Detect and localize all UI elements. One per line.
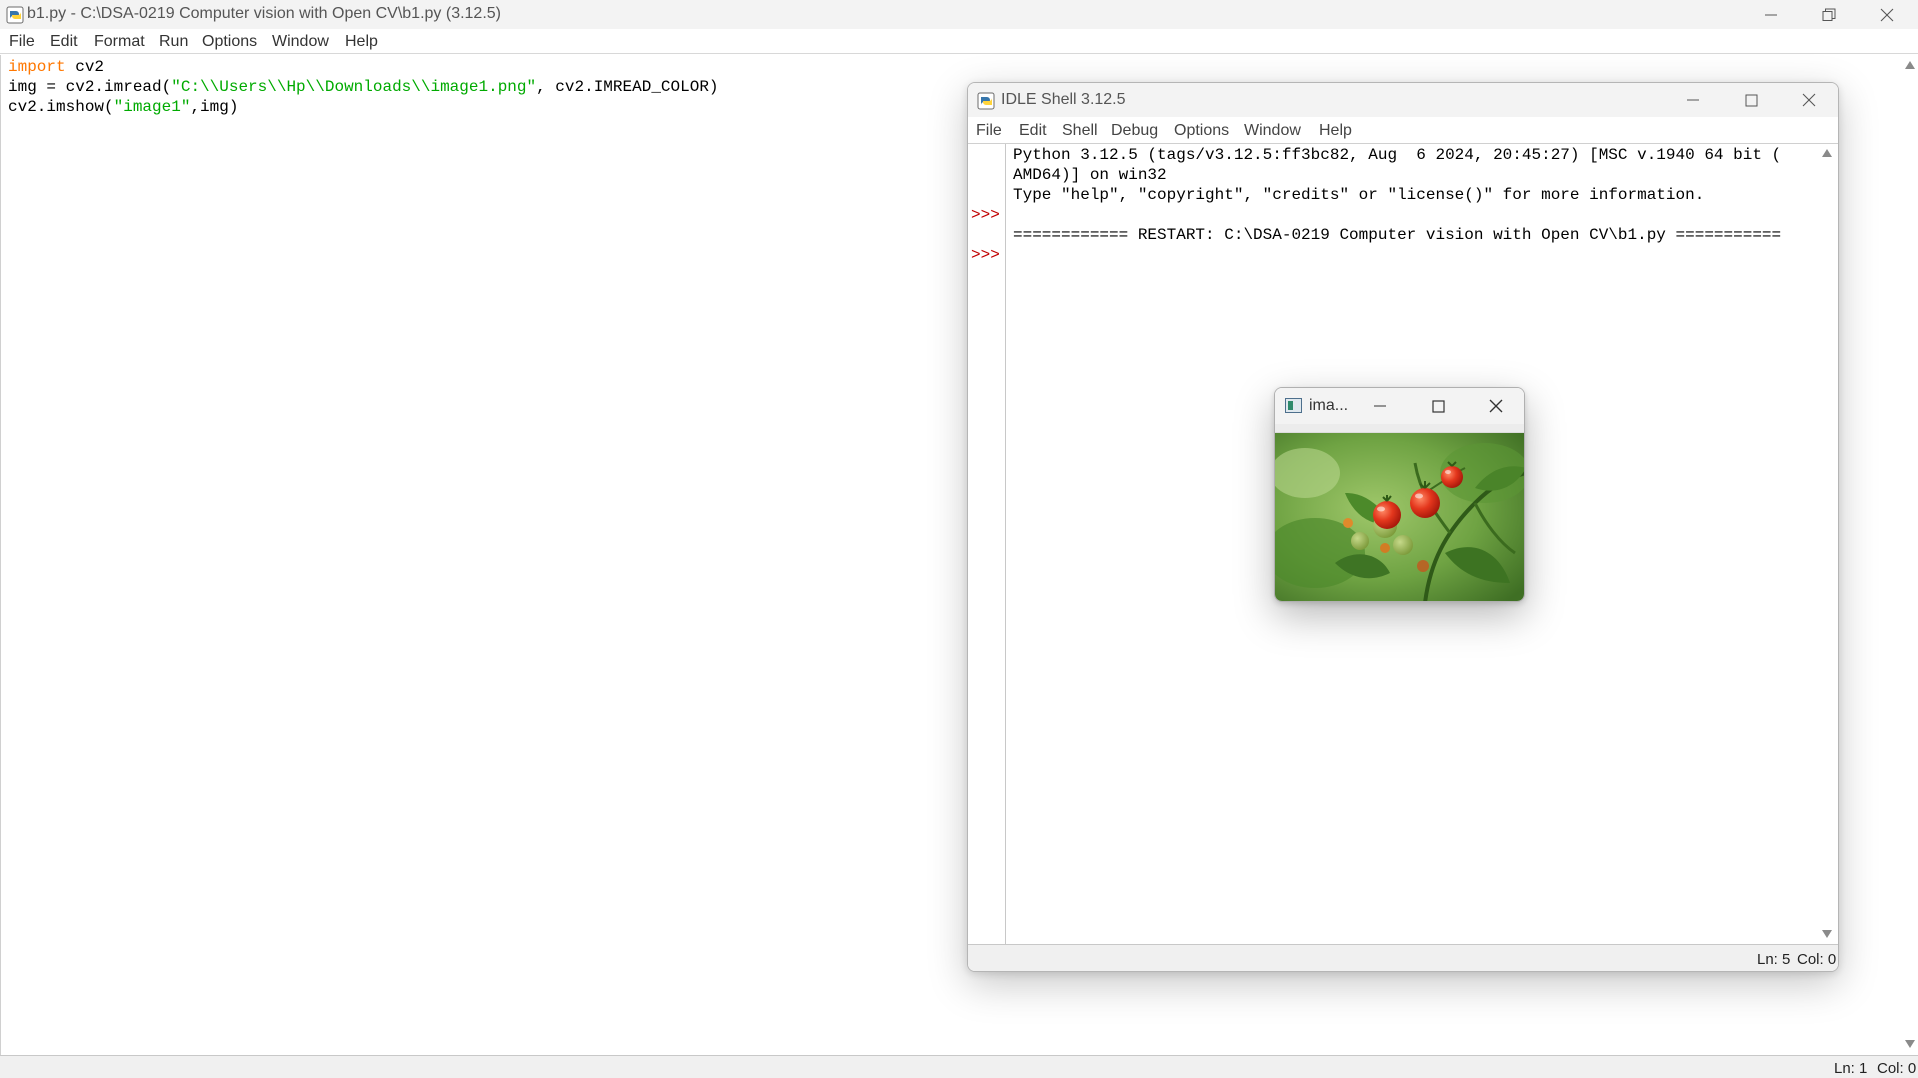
shell-prompt-gutter: >>> >>> [968, 144, 1006, 944]
shell-window-title: IDLE Shell 3.12.5 [1001, 91, 1126, 108]
shell-output-line: Python 3.12.5 (tags/v3.12.5:ff3bc82, Aug… [1013, 146, 1782, 164]
shell-output-line: AMD64)] on win32 [1013, 166, 1167, 184]
menu-run[interactable]: Run [159, 33, 188, 51]
keyword-import: import [8, 58, 66, 76]
shell-maximize-button[interactable] [1722, 83, 1780, 117]
shell-output-line: Type "help", "copyright", "credits" or "… [1013, 186, 1705, 204]
editor-titlebar[interactable]: b1.py - C:\DSA-0219 Computer vision with… [0, 0, 1918, 29]
shell-menu-options[interactable]: Options [1174, 122, 1229, 140]
editor-line-number: Ln: 1 [1834, 1060, 1868, 1077]
editor-minimize-button[interactable] [1742, 0, 1800, 29]
code-line-3: cv2.imshow("image1",img) [8, 97, 238, 117]
menu-format[interactable]: Format [94, 33, 145, 51]
python-idle-icon [6, 6, 24, 24]
code-text: ,img) [190, 98, 239, 116]
code-line-1: import cv2 [8, 57, 104, 77]
menu-file[interactable]: File [9, 33, 35, 51]
editor-menubar: File Edit Format Run Options Window Help [0, 29, 1918, 54]
image-maximize-button[interactable] [1409, 388, 1467, 424]
minimize-icon [1374, 405, 1386, 407]
editor-close-button[interactable] [1858, 0, 1916, 29]
shell-column-number: Col: 0 [1797, 951, 1837, 968]
shell-menu-edit[interactable]: Edit [1019, 122, 1047, 140]
shell-menu-help[interactable]: Help [1319, 122, 1352, 140]
shell-menu-window[interactable]: Window [1244, 122, 1301, 140]
opencv-window-icon [1285, 398, 1302, 413]
scroll-up-arrow-icon[interactable] [1905, 61, 1915, 69]
image-close-button[interactable] [1467, 388, 1524, 424]
shell-prompt: >>> [971, 246, 1000, 264]
menu-help[interactable]: Help [345, 33, 378, 51]
editor-statusbar: Ln: 1 Col: 0 [0, 1055, 1918, 1078]
scroll-down-arrow-icon[interactable] [1822, 930, 1832, 938]
menu-edit[interactable]: Edit [50, 33, 78, 51]
code-text: , cv2.IMREAD_COLOR) [536, 78, 719, 96]
image-window-toolbar [1275, 424, 1524, 433]
image-window-title: ima... [1309, 397, 1349, 414]
shell-restart-line: ============ RESTART: C:\DSA-0219 Comput… [1013, 226, 1782, 244]
tomato-plant-image [1275, 433, 1524, 601]
scroll-up-arrow-icon[interactable] [1822, 149, 1832, 157]
editor-vertical-scrollbar[interactable] [1900, 55, 1918, 1054]
shell-prompt: >>> [971, 206, 1000, 224]
editor-window-title: b1.py - C:\DSA-0219 Computer vision with… [27, 5, 501, 22]
menu-options[interactable]: Options [202, 33, 257, 51]
code-text: cv2.imshow( [8, 98, 114, 116]
maximize-icon [1431, 399, 1445, 413]
shell-close-button[interactable] [1780, 83, 1838, 117]
python-idle-icon [977, 92, 995, 110]
menu-window[interactable]: Window [272, 33, 329, 51]
scroll-down-arrow-icon[interactable] [1905, 1040, 1915, 1048]
shell-minimize-button[interactable] [1664, 83, 1722, 117]
restore-icon [1822, 8, 1836, 21]
editor-restore-button[interactable] [1800, 0, 1858, 29]
shell-menu-debug[interactable]: Debug [1111, 122, 1158, 140]
shell-vertical-scrollbar[interactable] [1817, 144, 1838, 944]
string-literal: "C:\\Users\\Hp\\Downloads\\image1.png" [171, 78, 537, 96]
image-minimize-button[interactable] [1351, 388, 1409, 424]
close-icon [1802, 93, 1816, 107]
shell-titlebar[interactable]: IDLE Shell 3.12.5 [968, 83, 1838, 117]
shell-menu-file[interactable]: File [976, 122, 1002, 140]
opencv-image-window[interactable]: ima... [1274, 387, 1525, 602]
close-icon [1489, 399, 1503, 413]
shell-statusbar: Ln: 5 Col: 0 [968, 944, 1838, 971]
close-icon [1880, 8, 1894, 21]
editor-column-number: Col: 0 [1877, 1060, 1917, 1077]
shell-menu-shell[interactable]: Shell [1062, 122, 1098, 140]
minimize-icon [1765, 14, 1777, 15]
code-text: cv2 [65, 58, 105, 76]
code-line-2: img = cv2.imread("C:\\Users\\Hp\\Downloa… [8, 77, 719, 97]
shell-menubar: File Edit Shell Debug Options Window Hel… [968, 117, 1838, 144]
minimize-icon [1687, 99, 1699, 101]
code-text: img = cv2.imread( [8, 78, 172, 96]
image-window-titlebar[interactable]: ima... [1275, 388, 1524, 424]
maximize-icon [1745, 94, 1757, 106]
string-literal: "image1" [113, 98, 191, 116]
shell-line-number: Ln: 5 [1757, 951, 1791, 968]
